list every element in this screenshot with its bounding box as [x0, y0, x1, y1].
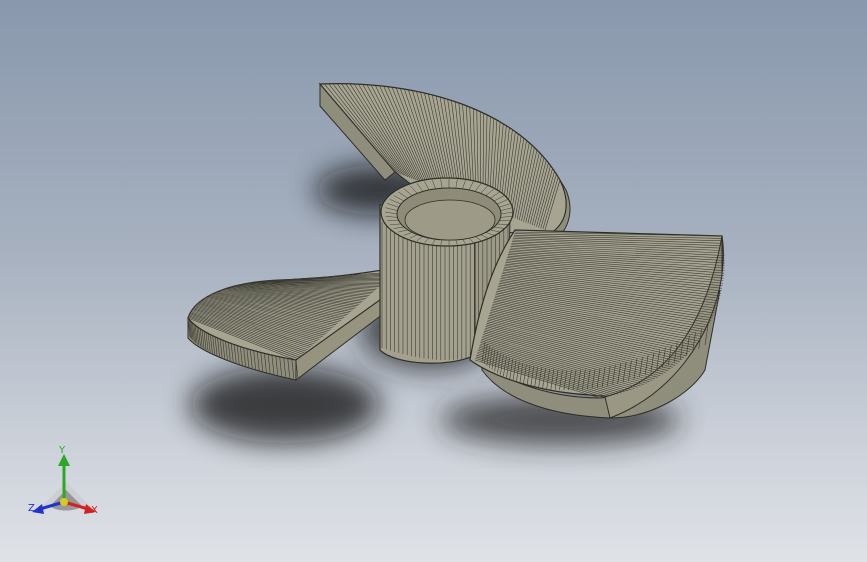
- propeller-model[interactable]: [0, 0, 867, 562]
- y-axis-label: Y: [59, 445, 66, 456]
- x-axis-label: X: [91, 505, 98, 516]
- blade-right[interactable]: [469, 229, 725, 419]
- orientation-triad[interactable]: Y X Z: [20, 446, 110, 526]
- graphics-viewport[interactable]: Y X Z: [0, 0, 867, 562]
- triad-origin: [60, 498, 68, 506]
- z-axis-label: Z: [28, 503, 35, 514]
